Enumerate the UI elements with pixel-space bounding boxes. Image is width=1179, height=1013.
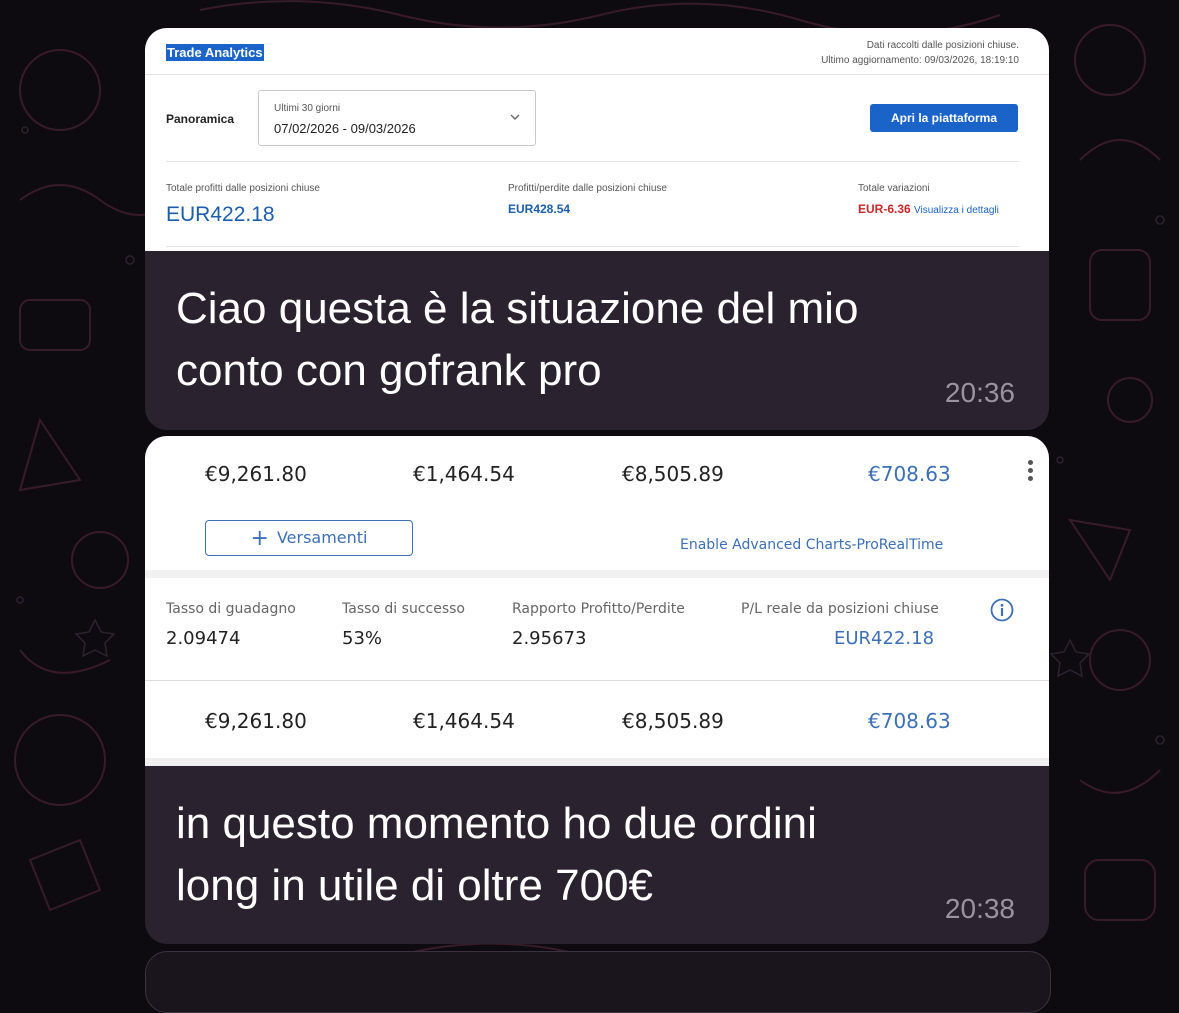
data-source-line: Dati raccolti dalle posizioni chiuse. <box>866 40 1019 51</box>
message-bubble-3[interactable] <box>145 951 1051 1013</box>
divider <box>166 246 1019 247</box>
margin-amount: €1,464.54 <box>413 709 515 733</box>
profit-loss-ratio-value: 2.95673 <box>512 628 587 649</box>
more-options-icon[interactable] <box>1028 460 1034 486</box>
message-bubble-2[interactable]: €9,261.80 €1,464.54 €8,505.89 €708.63 + V… <box>145 436 1049 944</box>
open-platform-button[interactable]: Apri la piattaforma <box>870 104 1018 132</box>
available-amount: €8,505.89 <box>622 709 724 733</box>
info-icon[interactable] <box>990 598 1014 622</box>
realized-pl-value: EUR422.18 <box>834 628 935 649</box>
variations-label: Totale variazioni <box>858 183 930 194</box>
divider <box>166 161 1019 162</box>
balance-amount: €9,261.80 <box>205 709 307 733</box>
advanced-charts-link[interactable]: Enable Advanced Charts-ProRealTime <box>680 537 943 553</box>
message-text: in questo momento ho due ordini long in … <box>176 793 936 917</box>
deposits-button[interactable]: + Versamenti <box>205 520 413 556</box>
message-text: Ciao questa è la situazione del mio cont… <box>176 278 936 402</box>
open-pl-amount: €708.63 <box>868 709 951 733</box>
success-rate-label: Tasso di successo <box>342 601 465 617</box>
divider <box>145 680 1049 681</box>
pl-value: EUR428.54 <box>508 202 571 216</box>
balance-amount: €9,261.80 <box>205 462 307 486</box>
section-separator <box>145 570 1049 578</box>
divider <box>145 74 1049 75</box>
trade-analytics-screenshot[interactable]: Trade Analytics Dati raccolti dalle posi… <box>145 28 1049 251</box>
gain-rate-label: Tasso di guadagno <box>166 601 296 617</box>
deposits-button-label: Versamenti <box>276 528 368 547</box>
margin-amount: €1,464.54 <box>413 462 515 486</box>
message-timestamp: 20:36 <box>944 377 1015 408</box>
period-label: Ultimi 30 giorni <box>274 103 341 114</box>
broker-app-screenshot[interactable]: €9,261.80 €1,464.54 €8,505.89 €708.63 + V… <box>145 436 1049 766</box>
variations-row: EUR-6.36 Visualizza i dettagli <box>858 202 999 216</box>
message-text-line: Ciao questa è la situazione del mio <box>176 284 859 333</box>
view-details-link[interactable]: Visualizza i dettagli <box>914 205 999 216</box>
available-amount: €8,505.89 <box>622 462 724 486</box>
period-dropdown[interactable]: Ultimi 30 giorni 07/02/2026 - 09/03/2026 <box>258 90 536 146</box>
success-rate-value: 53% <box>342 628 383 649</box>
period-value: 07/02/2026 - 09/03/2026 <box>274 121 416 136</box>
profit-loss-ratio-label: Rapporto Profitto/Perdite <box>512 601 685 617</box>
message-text-line: long in utile di oltre 700€ <box>176 861 653 910</box>
gain-rate-value: 2.09474 <box>166 628 241 649</box>
section-separator <box>145 758 1049 766</box>
plus-icon: + <box>250 526 269 551</box>
realized-pl-label: P/L reale da posizioni chiuse <box>741 601 939 617</box>
variations-value: EUR-6.36 <box>858 202 911 216</box>
trade-analytics-title: Trade Analytics <box>166 44 264 61</box>
message-bubble-1[interactable]: Trade Analytics Dati raccolti dalle posi… <box>145 28 1049 430</box>
message-text-line: in questo momento ho due ordini <box>176 799 817 848</box>
total-profits-value: EUR422.18 <box>166 203 275 226</box>
last-update-line: Ultimo aggiornamento: 09/03/2026, 18:19:… <box>821 55 1019 66</box>
message-text-line: conto con gofrank pro <box>176 346 602 395</box>
pl-label: Profitti/perdite dalle posizioni chiuse <box>508 183 667 194</box>
total-profits-label: Totale profitti dalle posizioni chiuse <box>166 183 320 194</box>
open-pl-amount: €708.63 <box>868 462 951 486</box>
message-timestamp: 20:38 <box>944 893 1015 924</box>
panoramica-label: Panoramica <box>166 112 235 126</box>
chevron-down-icon <box>510 114 520 120</box>
data-source-info: Dati raccolti dalle posizioni chiuse. Ul… <box>821 38 1019 68</box>
